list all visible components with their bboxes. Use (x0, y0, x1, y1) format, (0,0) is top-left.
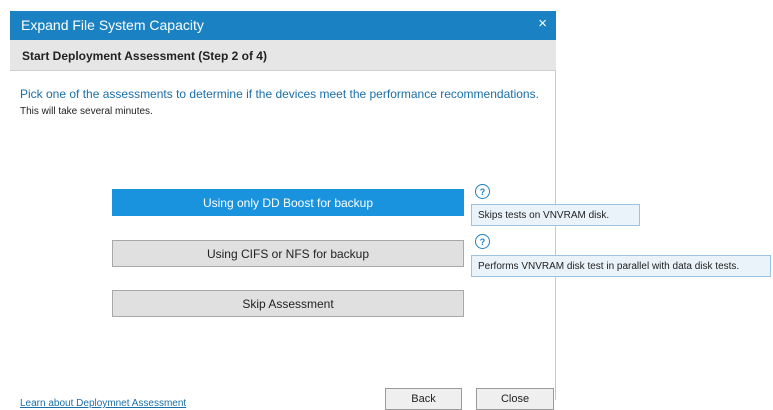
close-icon[interactable]: × (538, 16, 547, 32)
tooltip-cifs-nfs: Performs VNVRAM disk test in parallel wi… (471, 255, 771, 277)
help-icon[interactable]: ? (475, 184, 490, 199)
option-dd-boost-button[interactable]: Using only DD Boost for backup (112, 189, 464, 216)
skip-assessment-button[interactable]: Skip Assessment (112, 290, 464, 317)
back-button[interactable]: Back (385, 388, 462, 410)
instruction-text: Pick one of the assessments to determine… (20, 87, 539, 101)
dialog-title: Expand File System Capacity (21, 17, 204, 33)
step-title: Start Deployment Assessment (Step 2 of 4… (22, 49, 267, 63)
close-button[interactable]: Close (476, 388, 554, 410)
option-cifs-nfs-button[interactable]: Using CIFS or NFS for backup (112, 240, 464, 267)
dialog-title-bar: Expand File System Capacity × (10, 11, 556, 40)
tooltip-dd-boost: Skips tests on VNVRAM disk. (471, 204, 640, 226)
sub-instruction-text: This will take several minutes. (20, 106, 153, 117)
step-header: Start Deployment Assessment (Step 2 of 4… (10, 40, 556, 71)
help-icon[interactable]: ? (475, 234, 490, 249)
